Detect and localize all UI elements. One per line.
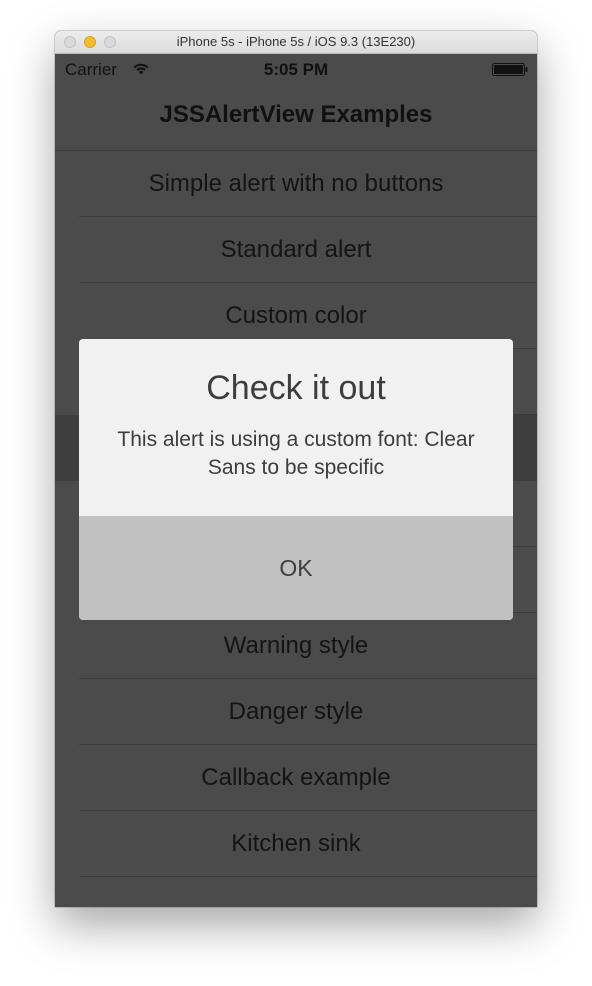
phone-screen: Carrier 5:05 PM JSSAlertView Examples Si… bbox=[55, 54, 537, 907]
battery-icon bbox=[492, 63, 528, 76]
alert-dialog: Check it out This alert is using a custo… bbox=[79, 339, 513, 620]
list-item-callback-example[interactable]: Callback example bbox=[55, 745, 537, 811]
status-bar: Carrier 5:05 PM bbox=[55, 54, 537, 84]
alert-title: Check it out bbox=[206, 369, 386, 407]
list-item-label: Kitchen sink bbox=[231, 830, 361, 857]
list-item-simple-alert[interactable]: Simple alert with no buttons bbox=[55, 151, 537, 217]
window-titlebar: iPhone 5s - iPhone 5s / iOS 9.3 (13E230) bbox=[55, 31, 537, 54]
page-title: JSSAlertView Examples bbox=[159, 101, 433, 128]
list-item-label: Standard alert bbox=[220, 236, 372, 263]
window-title: iPhone 5s - iPhone 5s / iOS 9.3 (13E230) bbox=[176, 34, 416, 49]
list-item-label: Warning style bbox=[223, 632, 369, 659]
list-item-kitchen-sink[interactable]: Kitchen sink bbox=[55, 811, 537, 877]
list-item-label: Callback example bbox=[201, 764, 391, 791]
alert-message: This alert is using a custom font: Clear… bbox=[117, 428, 475, 479]
list-item-warning-style[interactable]: Warning style bbox=[55, 613, 537, 679]
list-item-danger-style[interactable]: Danger style bbox=[55, 679, 537, 745]
ok-button[interactable]: OK bbox=[79, 516, 513, 620]
ok-button-label: OK bbox=[279, 554, 313, 581]
navigation-bar: JSSAlertView Examples bbox=[55, 84, 537, 151]
list-item-label: Danger style bbox=[228, 698, 364, 725]
status-time: 5:05 PM bbox=[263, 60, 329, 79]
simulator-window: iPhone 5s - iPhone 5s / iOS 9.3 (13E230)… bbox=[55, 31, 537, 907]
list-item-label: Simple alert with no buttons bbox=[148, 170, 444, 197]
list-item-standard-alert[interactable]: Standard alert bbox=[55, 217, 537, 283]
